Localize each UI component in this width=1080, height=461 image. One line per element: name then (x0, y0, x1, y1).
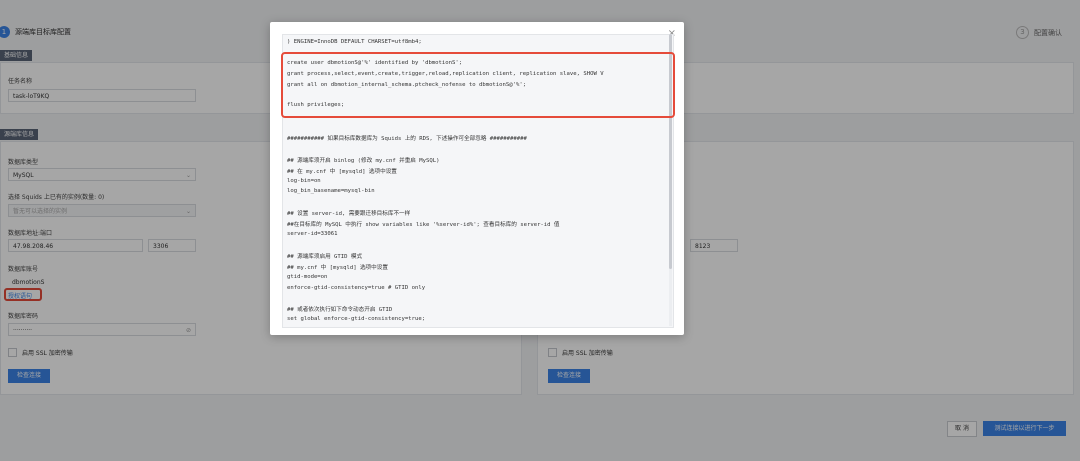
code-line: ## 设置 server-id, 需要跟迁移目标库不一样 (287, 211, 411, 217)
code-line: server-id=33061 (287, 231, 338, 237)
code-line: ## 源端库须开启 binlog (修改 my.cnf 并重启 MySQL) (287, 158, 440, 164)
grant-highlight-box (281, 52, 675, 118)
code-line: ) ENGINE=InnoDB DEFAULT CHARSET=utf8mb4; (287, 39, 422, 45)
code-line: ##在目标库的 MySQL 中执行 show variables like '%… (287, 222, 560, 228)
code-line: ## 在 my.cnf 中 [mysqld] 选项中设置 (287, 169, 397, 175)
code-line: ## 或者依次执行如下命令动态开启 GTID (287, 307, 393, 313)
code-line: enforce-gtid-consistency=true # GTID onl… (287, 285, 426, 291)
code-line: log_bin_basename=mysql-bin (287, 188, 375, 194)
code-line: ########### 如果目标库数据库为 Squids 上的 RDS, 下述操… (287, 136, 527, 142)
grant-statement-modal: × ) ENGINE=InnoDB DEFAULT CHARSET=utf8mb… (270, 22, 684, 335)
code-line: ## 源端库须启用 GTID 模式 (287, 254, 363, 260)
code-line: log-bin=on (287, 178, 321, 184)
code-line: set global enforce-gtid-consistency=true… (287, 316, 426, 322)
code-line: gtid-mode=on (287, 274, 328, 280)
code-line: ## my.cnf 中 [mysqld] 选项中设置 (287, 265, 388, 271)
